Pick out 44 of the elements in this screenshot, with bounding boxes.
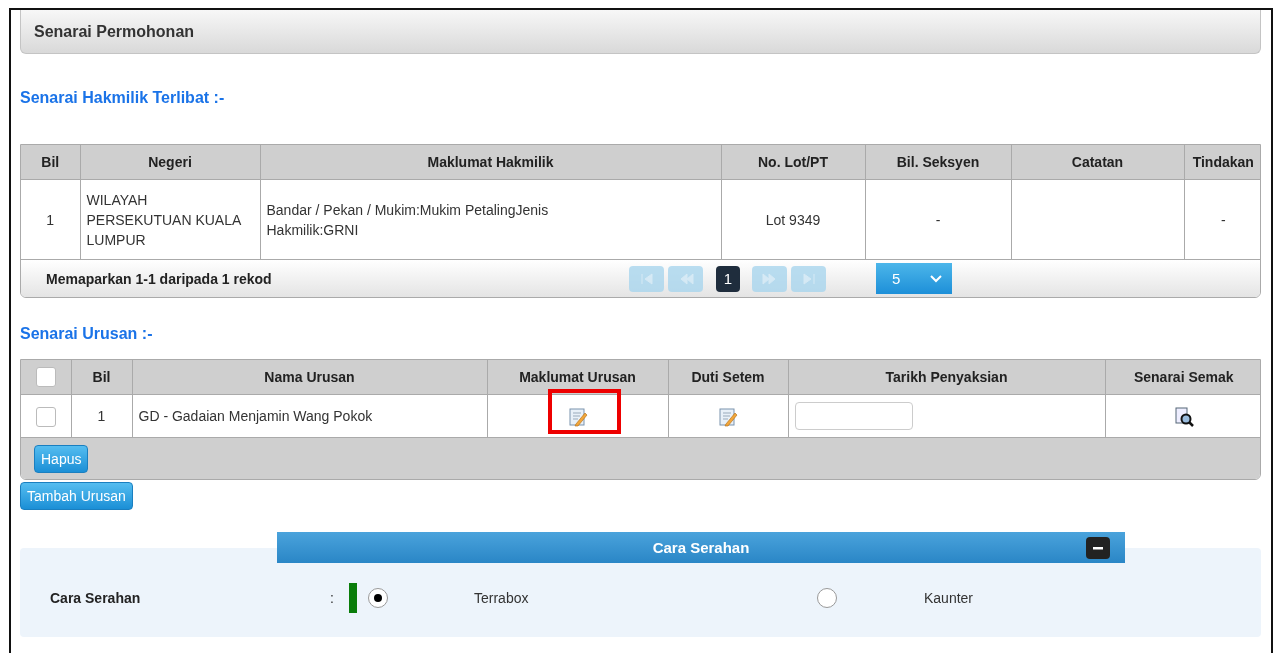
option-label: Kaunter	[924, 590, 975, 606]
column-header: Catatan	[1011, 145, 1184, 180]
column-header: Maklumat Hakmilik	[260, 145, 721, 180]
table-cell: WILAYAH PERSEKUTUAN KUALA LUMPUR	[80, 179, 260, 260]
edit-document-icon[interactable]	[567, 406, 588, 427]
column-header: Negeri	[80, 145, 260, 180]
column-header: Tarikh Penyaksian	[788, 360, 1105, 395]
section-heading: Senarai Urusan :-	[20, 325, 154, 343]
section-heading: Senarai Hakmilik Terlibat :-	[20, 89, 226, 107]
separator: :	[330, 590, 335, 606]
table-cell: -	[1184, 179, 1260, 260]
column-header: Bil	[21, 145, 80, 180]
column-header: Maklumat Urusan	[487, 360, 668, 395]
table-cell: GD - Gadaian Menjamin Wang Pokok	[132, 394, 487, 438]
panel-title: Cara Serahan	[652, 539, 750, 556]
column-header: Nama Urusan	[132, 360, 487, 395]
column-header: Tindakan	[1184, 145, 1260, 180]
column-header: Senarai Semak	[1105, 360, 1260, 395]
radio-button[interactable]	[817, 588, 837, 608]
column-header: Duti Setem	[668, 360, 788, 395]
table-cell: 1	[71, 394, 132, 438]
radio-button[interactable]	[368, 588, 388, 608]
record-summary: Memaparkan 1-1 daripada 1 rekod	[45, 270, 273, 287]
column-header: No. Lot/PT	[721, 145, 865, 180]
edit-document-icon[interactable]	[718, 406, 738, 427]
table-cell: Lot 9349	[721, 179, 865, 260]
select-all-checkbox[interactable]	[35, 367, 56, 387]
date-field[interactable]	[794, 402, 913, 430]
row-checkbox[interactable]	[35, 406, 56, 427]
chevron-down-icon	[930, 274, 942, 283]
field-label: Cara Serahan	[50, 590, 142, 606]
column-header: Bil	[71, 360, 132, 395]
collapse-button[interactable]	[1086, 537, 1110, 559]
table-cell: 1	[21, 179, 80, 260]
table-cell: Bandar / Pekan / Mukim:Mukim PetalingJenis Hakmilik:GRNI	[260, 179, 721, 260]
delete-button[interactable]: Hapus	[34, 444, 89, 473]
panel-title: Senarai Permohonan	[20, 10, 1261, 54]
page-button[interactable]: 1	[716, 265, 740, 292]
table-cell: -	[865, 179, 1011, 260]
option-label: Terrabox	[474, 590, 530, 606]
column-header: Bil. Seksyen	[865, 145, 1011, 180]
document-search-icon[interactable]	[1173, 406, 1194, 427]
page-size-select[interactable]: 5	[876, 263, 952, 294]
add-button[interactable]: Tambah Urusan	[20, 482, 133, 510]
